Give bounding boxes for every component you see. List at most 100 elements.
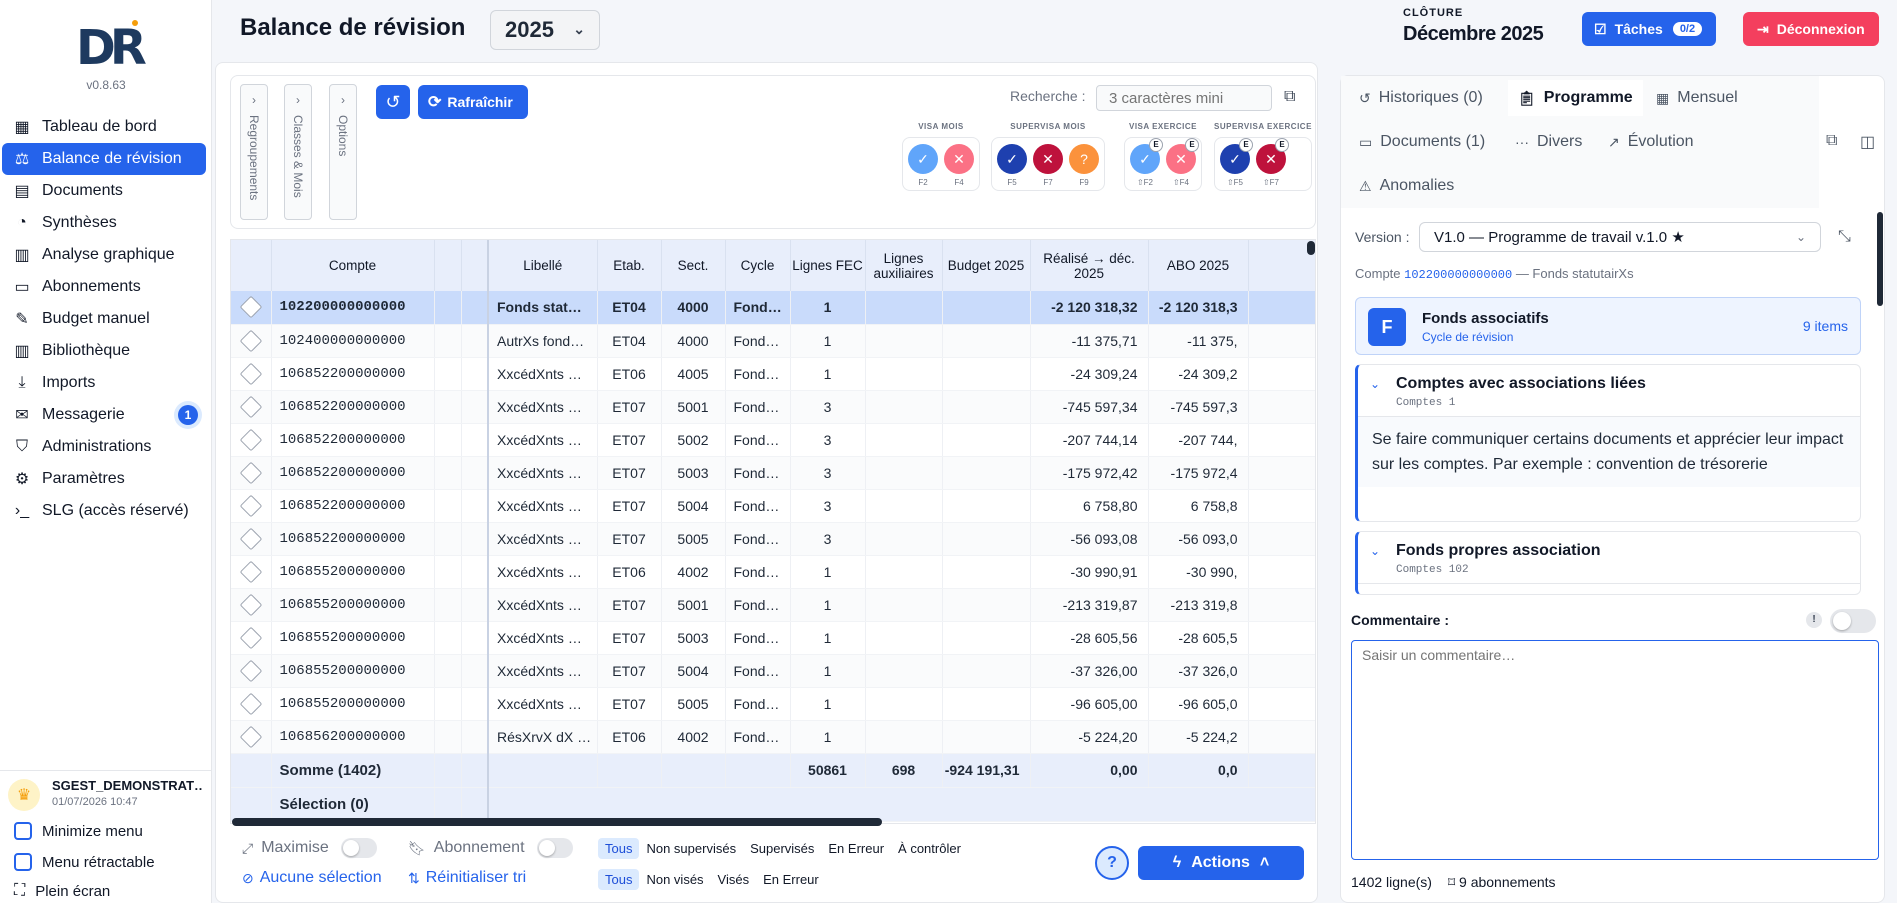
maximise-toggle[interactable]: ⤢ Maximise	[242, 838, 377, 858]
external-link-icon[interactable]: ⧉	[1826, 132, 1837, 150]
table-row[interactable]: 106852200000000 XxcédXnts … ET07 5001 Fond… 3…	[231, 390, 1315, 424]
tab-evolution[interactable]: ↗ Évolution	[1598, 124, 1704, 160]
tab-historiques-0[interactable]: ↺ Historiques (0)	[1349, 80, 1493, 116]
tab-mensuel[interactable]: ▦ Mensuel	[1646, 80, 1748, 116]
row-select-cell[interactable]	[231, 588, 272, 622]
table-row[interactable]: 106855200000000 XxcédXnts … ET07 5003 Fond… 1…	[231, 621, 1315, 655]
regroupements-tab[interactable]: › Regroupements	[240, 84, 268, 220]
row-select-cell[interactable]	[231, 390, 272, 424]
help-button[interactable]: ?	[1095, 846, 1129, 880]
lignes-fec-header[interactable]: Lignes FEC	[790, 240, 866, 291]
aucune-selection-button[interactable]: ⊘ Aucune sélection	[242, 869, 382, 887]
table-row[interactable]: 106855200000000 XxcédXnts … ET07 5005 Fond… 1…	[231, 687, 1315, 721]
tab-divers[interactable]: ··· Divers	[1505, 124, 1592, 160]
right-vertical-scrollbar[interactable]	[1877, 212, 1883, 306]
filter-option[interactable]: Non visés	[639, 869, 710, 890]
version-select[interactable]: V1.0 — Programme de travail v.1.0 ★ ⌄	[1419, 222, 1821, 252]
filter-option[interactable]: À contrôler	[891, 838, 968, 859]
row-select-cell[interactable]	[231, 489, 272, 523]
options-tab[interactable]: › Options	[329, 84, 357, 220]
table-row[interactable]: 106856200000000 RésXrvX dX … ET06 4002 Fond……	[231, 720, 1315, 754]
cycle-header[interactable]: Cycle	[725, 240, 791, 291]
search-input[interactable]	[1096, 85, 1272, 111]
vertical-scrollbar[interactable]	[1307, 241, 1315, 255]
visa-button[interactable]: ✕ E ⇧F4	[1165, 138, 1199, 190]
toggle-switch[interactable]	[340, 838, 377, 858]
row-select-cell[interactable]	[231, 522, 272, 556]
minimize-menu-checkbox[interactable]: Minimize menu	[14, 822, 143, 840]
table-row[interactable]: 106852200000000 XxcédXnts … ET06 4005 Fond… 1…	[231, 357, 1315, 391]
sidebar-item-balance-de-revision[interactable]: ⚖ Balance de révision	[2, 143, 206, 175]
row-select-cell[interactable]	[231, 720, 272, 754]
visa-button[interactable]: ✓ F2	[907, 144, 939, 190]
etab-header[interactable]: Etab.	[597, 240, 662, 291]
user-block[interactable]: ♛ SGEST_DEMONSTRAT… 01/07/2026 10:47	[0, 770, 212, 816]
classes-mois-tab[interactable]: › Classes & Mois	[284, 84, 312, 220]
comment-toggle[interactable]	[1830, 609, 1876, 633]
table-row[interactable]: 106852200000000 XxcédXnts … ET07 5002 Fond… 3…	[231, 423, 1315, 457]
row-select-cell[interactable]	[231, 555, 272, 589]
sidebar-item-budget-manuel[interactable]: ✎ Budget manuel	[2, 303, 206, 335]
table-row[interactable]: 106852200000000 XxcédXnts … ET07 5004 Fond… 3…	[231, 489, 1315, 523]
sidebar-item-tableau-de-bord[interactable]: ▦ Tableau de bord	[2, 111, 206, 143]
toggle-switch[interactable]	[536, 838, 573, 858]
refresh-button[interactable]: ⟳ Rafraîchir	[418, 85, 528, 119]
row-select-cell[interactable]	[231, 324, 272, 358]
realise-header[interactable]: Réalisé → déc. 2025	[1030, 240, 1149, 291]
collapse-icon[interactable]: ⤡	[1838, 228, 1851, 246]
sidebar-item-administrations[interactable]: ⛉ Administrations	[2, 431, 206, 463]
select-column-header[interactable]	[231, 240, 272, 291]
row-select-cell[interactable]	[231, 357, 272, 391]
row-select-cell[interactable]	[231, 291, 272, 325]
sidebar-item-analyse-graphique[interactable]: ▥ Analyse graphique	[2, 239, 206, 271]
sidebar-item-messagerie[interactable]: ✉ Messagerie 1	[2, 399, 206, 431]
visa-button[interactable]: ✕ F7	[1032, 144, 1064, 190]
filter-option[interactable]: Tous	[598, 869, 640, 890]
lignes-aux-header[interactable]: Lignes auxiliaires	[865, 240, 943, 291]
sidebar-item-abonnements[interactable]: ▭ Abonnements	[2, 271, 206, 303]
sidebar-item-parametres[interactable]: ⚙ Paramètres	[2, 463, 206, 495]
deconnexion-button[interactable]: ⇥ Déconnexion	[1743, 12, 1879, 46]
sidebar-item-slg-acces-reserve[interactable]: ›_ SLG (accès réservé)	[2, 495, 206, 527]
filter-option[interactable]: En Erreur	[756, 869, 826, 890]
sidebar-toggle-icon[interactable]: ◫	[1860, 132, 1875, 152]
row-select-cell[interactable]	[231, 456, 272, 490]
sect-header[interactable]: Sect.	[661, 240, 726, 291]
programme-item[interactable]: ⌄ Comptes avec associations liées Compte…	[1355, 364, 1861, 522]
budget-header[interactable]: Budget 2025	[942, 240, 1031, 291]
comment-textarea[interactable]	[1351, 640, 1879, 860]
compte-header[interactable]: Compte	[271, 240, 435, 291]
reset-sort-button[interactable]: ⇅ Réinitialiser tri	[408, 869, 526, 887]
table-row[interactable]: 106852200000000 XxcédXnts … ET07 5003 Fond… 3…	[231, 456, 1315, 490]
tab-anomalies[interactable]: ⚠ Anomalies	[1349, 168, 1464, 204]
filter-option[interactable]: Visés	[711, 869, 757, 890]
actions-button[interactable]: ϟ Actions ˄	[1138, 846, 1304, 880]
filter-option[interactable]: Supervisés	[743, 838, 821, 859]
libelle-header[interactable]: Libellé	[488, 240, 598, 291]
visa-button[interactable]: ✕ E ⇧F7	[1255, 138, 1289, 190]
tab-programme[interactable]: 📋︎ Programme	[1508, 80, 1643, 116]
year-select[interactable]: 2025 ⌄	[490, 10, 600, 50]
cycle-card[interactable]: F Fonds associatifs Cycle de révision 9 …	[1355, 297, 1861, 355]
row-select-cell[interactable]	[231, 687, 272, 721]
sidebar-item-documents[interactable]: ▤ Documents	[2, 175, 206, 207]
programme-item-header[interactable]: ⌄ Comptes avec associations liées Compte…	[1358, 365, 1860, 417]
table-row[interactable]: 106855200000000 XxcédXnts … ET07 5001 Fond… 1…	[231, 588, 1315, 622]
visa-button[interactable]: ✕ F4	[943, 144, 975, 190]
visa-button[interactable]: ? F9	[1068, 144, 1100, 190]
row-select-cell[interactable]	[231, 654, 272, 688]
programme-item[interactable]: ⌄ Fonds propres association Comptes 102	[1355, 531, 1861, 595]
fullscreen-button[interactable]: ⛶ Plein écran	[14, 882, 110, 900]
visa-button[interactable]: ✓ E ⇧F5	[1219, 138, 1253, 190]
retract-menu-checkbox[interactable]: Menu rétractable	[14, 853, 155, 871]
table-row[interactable]: 106852200000000 XxcédXnts … ET07 5005 Fond… 3…	[231, 522, 1315, 556]
external-link-icon[interactable]: ⧉	[1284, 88, 1295, 106]
row-select-cell[interactable]	[231, 423, 272, 457]
horizontal-scrollbar[interactable]	[232, 818, 882, 826]
table-row[interactable]: 106855200000000 XxcédXnts … ET07 5004 Fond… 1…	[231, 654, 1315, 688]
filter-option[interactable]: Tous	[598, 838, 640, 859]
tab-documents-1[interactable]: ▭ Documents (1)	[1349, 124, 1495, 160]
abonnement-toggle[interactable]: 🔖︎ Abonnement	[408, 838, 573, 858]
table-row[interactable]: 102400000000000 AutrXs fond… ET04 4000 Fond……	[231, 324, 1315, 358]
filter-option[interactable]: Non supervisés	[639, 838, 743, 859]
